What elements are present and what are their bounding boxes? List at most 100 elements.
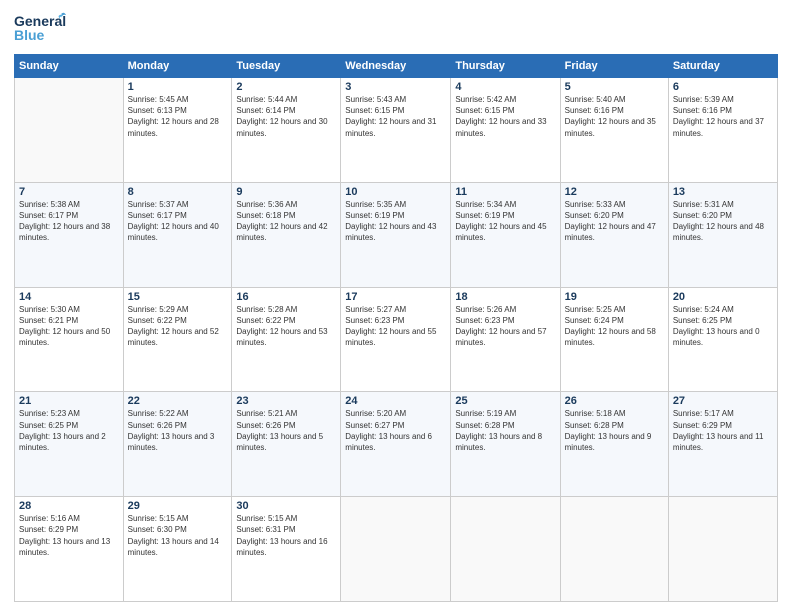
day-info: Sunrise: 5:40 AMSunset: 6:16 PMDaylight:… — [565, 94, 664, 139]
weekday-header: Tuesday — [232, 55, 341, 78]
day-number: 10 — [345, 186, 446, 198]
weekday-header: Wednesday — [341, 55, 451, 78]
day-number: 14 — [19, 291, 119, 303]
calendar-cell: 19Sunrise: 5:25 AMSunset: 6:24 PMDayligh… — [560, 287, 668, 392]
calendar-cell: 14Sunrise: 5:30 AMSunset: 6:21 PMDayligh… — [15, 287, 124, 392]
day-info: Sunrise: 5:25 AMSunset: 6:24 PMDaylight:… — [565, 304, 664, 349]
day-info: Sunrise: 5:22 AMSunset: 6:26 PMDaylight:… — [128, 408, 228, 453]
day-number: 17 — [345, 291, 446, 303]
calendar-cell: 29Sunrise: 5:15 AMSunset: 6:30 PMDayligh… — [123, 497, 232, 602]
calendar-cell: 22Sunrise: 5:22 AMSunset: 6:26 PMDayligh… — [123, 392, 232, 497]
calendar-table: SundayMondayTuesdayWednesdayThursdayFrid… — [14, 54, 778, 602]
svg-text:Blue: Blue — [14, 27, 45, 43]
day-info: Sunrise: 5:29 AMSunset: 6:22 PMDaylight:… — [128, 304, 228, 349]
day-number: 30 — [236, 500, 336, 512]
calendar-cell: 15Sunrise: 5:29 AMSunset: 6:22 PMDayligh… — [123, 287, 232, 392]
day-number: 22 — [128, 395, 228, 407]
day-info: Sunrise: 5:38 AMSunset: 6:17 PMDaylight:… — [19, 199, 119, 244]
day-number: 2 — [236, 81, 336, 93]
day-number: 1 — [128, 81, 228, 93]
day-info: Sunrise: 5:42 AMSunset: 6:15 PMDaylight:… — [455, 94, 555, 139]
calendar-cell: 12Sunrise: 5:33 AMSunset: 6:20 PMDayligh… — [560, 182, 668, 287]
page: General Blue SundayMondayTuesdayWednesda… — [0, 0, 792, 612]
day-info: Sunrise: 5:20 AMSunset: 6:27 PMDaylight:… — [345, 408, 446, 453]
day-number: 27 — [673, 395, 773, 407]
calendar-week-row: 14Sunrise: 5:30 AMSunset: 6:21 PMDayligh… — [15, 287, 778, 392]
calendar-cell: 21Sunrise: 5:23 AMSunset: 6:25 PMDayligh… — [15, 392, 124, 497]
calendar-cell: 13Sunrise: 5:31 AMSunset: 6:20 PMDayligh… — [668, 182, 777, 287]
day-info: Sunrise: 5:18 AMSunset: 6:28 PMDaylight:… — [565, 408, 664, 453]
calendar-cell — [451, 497, 560, 602]
day-number: 6 — [673, 81, 773, 93]
calendar-week-row: 1Sunrise: 5:45 AMSunset: 6:13 PMDaylight… — [15, 78, 778, 183]
day-info: Sunrise: 5:26 AMSunset: 6:23 PMDaylight:… — [455, 304, 555, 349]
day-info: Sunrise: 5:28 AMSunset: 6:22 PMDaylight:… — [236, 304, 336, 349]
day-info: Sunrise: 5:36 AMSunset: 6:18 PMDaylight:… — [236, 199, 336, 244]
day-info: Sunrise: 5:37 AMSunset: 6:17 PMDaylight:… — [128, 199, 228, 244]
day-number: 19 — [565, 291, 664, 303]
day-number: 12 — [565, 186, 664, 198]
day-number: 4 — [455, 81, 555, 93]
calendar-cell: 5Sunrise: 5:40 AMSunset: 6:16 PMDaylight… — [560, 78, 668, 183]
calendar-cell: 27Sunrise: 5:17 AMSunset: 6:29 PMDayligh… — [668, 392, 777, 497]
calendar-cell: 25Sunrise: 5:19 AMSunset: 6:28 PMDayligh… — [451, 392, 560, 497]
calendar-cell: 11Sunrise: 5:34 AMSunset: 6:19 PMDayligh… — [451, 182, 560, 287]
day-info: Sunrise: 5:24 AMSunset: 6:25 PMDaylight:… — [673, 304, 773, 349]
calendar-cell: 10Sunrise: 5:35 AMSunset: 6:19 PMDayligh… — [341, 182, 451, 287]
calendar-cell: 3Sunrise: 5:43 AMSunset: 6:15 PMDaylight… — [341, 78, 451, 183]
calendar-cell — [560, 497, 668, 602]
day-number: 9 — [236, 186, 336, 198]
calendar-week-row: 7Sunrise: 5:38 AMSunset: 6:17 PMDaylight… — [15, 182, 778, 287]
calendar-week-row: 28Sunrise: 5:16 AMSunset: 6:29 PMDayligh… — [15, 497, 778, 602]
day-info: Sunrise: 5:27 AMSunset: 6:23 PMDaylight:… — [345, 304, 446, 349]
day-info: Sunrise: 5:15 AMSunset: 6:30 PMDaylight:… — [128, 513, 228, 558]
day-number: 5 — [565, 81, 664, 93]
calendar-cell: 17Sunrise: 5:27 AMSunset: 6:23 PMDayligh… — [341, 287, 451, 392]
day-number: 25 — [455, 395, 555, 407]
day-info: Sunrise: 5:44 AMSunset: 6:14 PMDaylight:… — [236, 94, 336, 139]
day-number: 3 — [345, 81, 446, 93]
weekday-header: Monday — [123, 55, 232, 78]
day-number: 8 — [128, 186, 228, 198]
logo-svg: General Blue — [14, 10, 66, 48]
calendar-cell: 23Sunrise: 5:21 AMSunset: 6:26 PMDayligh… — [232, 392, 341, 497]
day-info: Sunrise: 5:21 AMSunset: 6:26 PMDaylight:… — [236, 408, 336, 453]
day-number: 23 — [236, 395, 336, 407]
day-info: Sunrise: 5:17 AMSunset: 6:29 PMDaylight:… — [673, 408, 773, 453]
weekday-header: Friday — [560, 55, 668, 78]
day-number: 16 — [236, 291, 336, 303]
weekday-header-row: SundayMondayTuesdayWednesdayThursdayFrid… — [15, 55, 778, 78]
day-number: 20 — [673, 291, 773, 303]
weekday-header: Thursday — [451, 55, 560, 78]
weekday-header: Sunday — [15, 55, 124, 78]
day-number: 11 — [455, 186, 555, 198]
day-info: Sunrise: 5:43 AMSunset: 6:15 PMDaylight:… — [345, 94, 446, 139]
calendar-cell — [15, 78, 124, 183]
calendar-cell: 16Sunrise: 5:28 AMSunset: 6:22 PMDayligh… — [232, 287, 341, 392]
day-number: 13 — [673, 186, 773, 198]
day-info: Sunrise: 5:39 AMSunset: 6:16 PMDaylight:… — [673, 94, 773, 139]
day-info: Sunrise: 5:15 AMSunset: 6:31 PMDaylight:… — [236, 513, 336, 558]
calendar-cell: 28Sunrise: 5:16 AMSunset: 6:29 PMDayligh… — [15, 497, 124, 602]
day-number: 15 — [128, 291, 228, 303]
day-number: 21 — [19, 395, 119, 407]
calendar-cell: 26Sunrise: 5:18 AMSunset: 6:28 PMDayligh… — [560, 392, 668, 497]
calendar-cell: 24Sunrise: 5:20 AMSunset: 6:27 PMDayligh… — [341, 392, 451, 497]
day-info: Sunrise: 5:30 AMSunset: 6:21 PMDaylight:… — [19, 304, 119, 349]
day-info: Sunrise: 5:34 AMSunset: 6:19 PMDaylight:… — [455, 199, 555, 244]
calendar-cell: 2Sunrise: 5:44 AMSunset: 6:14 PMDaylight… — [232, 78, 341, 183]
header: General Blue — [14, 10, 778, 48]
day-number: 24 — [345, 395, 446, 407]
calendar-cell — [341, 497, 451, 602]
calendar-cell: 20Sunrise: 5:24 AMSunset: 6:25 PMDayligh… — [668, 287, 777, 392]
calendar-cell: 6Sunrise: 5:39 AMSunset: 6:16 PMDaylight… — [668, 78, 777, 183]
calendar-cell: 8Sunrise: 5:37 AMSunset: 6:17 PMDaylight… — [123, 182, 232, 287]
calendar-cell: 9Sunrise: 5:36 AMSunset: 6:18 PMDaylight… — [232, 182, 341, 287]
calendar-cell: 4Sunrise: 5:42 AMSunset: 6:15 PMDaylight… — [451, 78, 560, 183]
day-info: Sunrise: 5:33 AMSunset: 6:20 PMDaylight:… — [565, 199, 664, 244]
calendar-week-row: 21Sunrise: 5:23 AMSunset: 6:25 PMDayligh… — [15, 392, 778, 497]
logo: General Blue — [14, 10, 66, 48]
day-info: Sunrise: 5:31 AMSunset: 6:20 PMDaylight:… — [673, 199, 773, 244]
day-number: 18 — [455, 291, 555, 303]
day-info: Sunrise: 5:45 AMSunset: 6:13 PMDaylight:… — [128, 94, 228, 139]
